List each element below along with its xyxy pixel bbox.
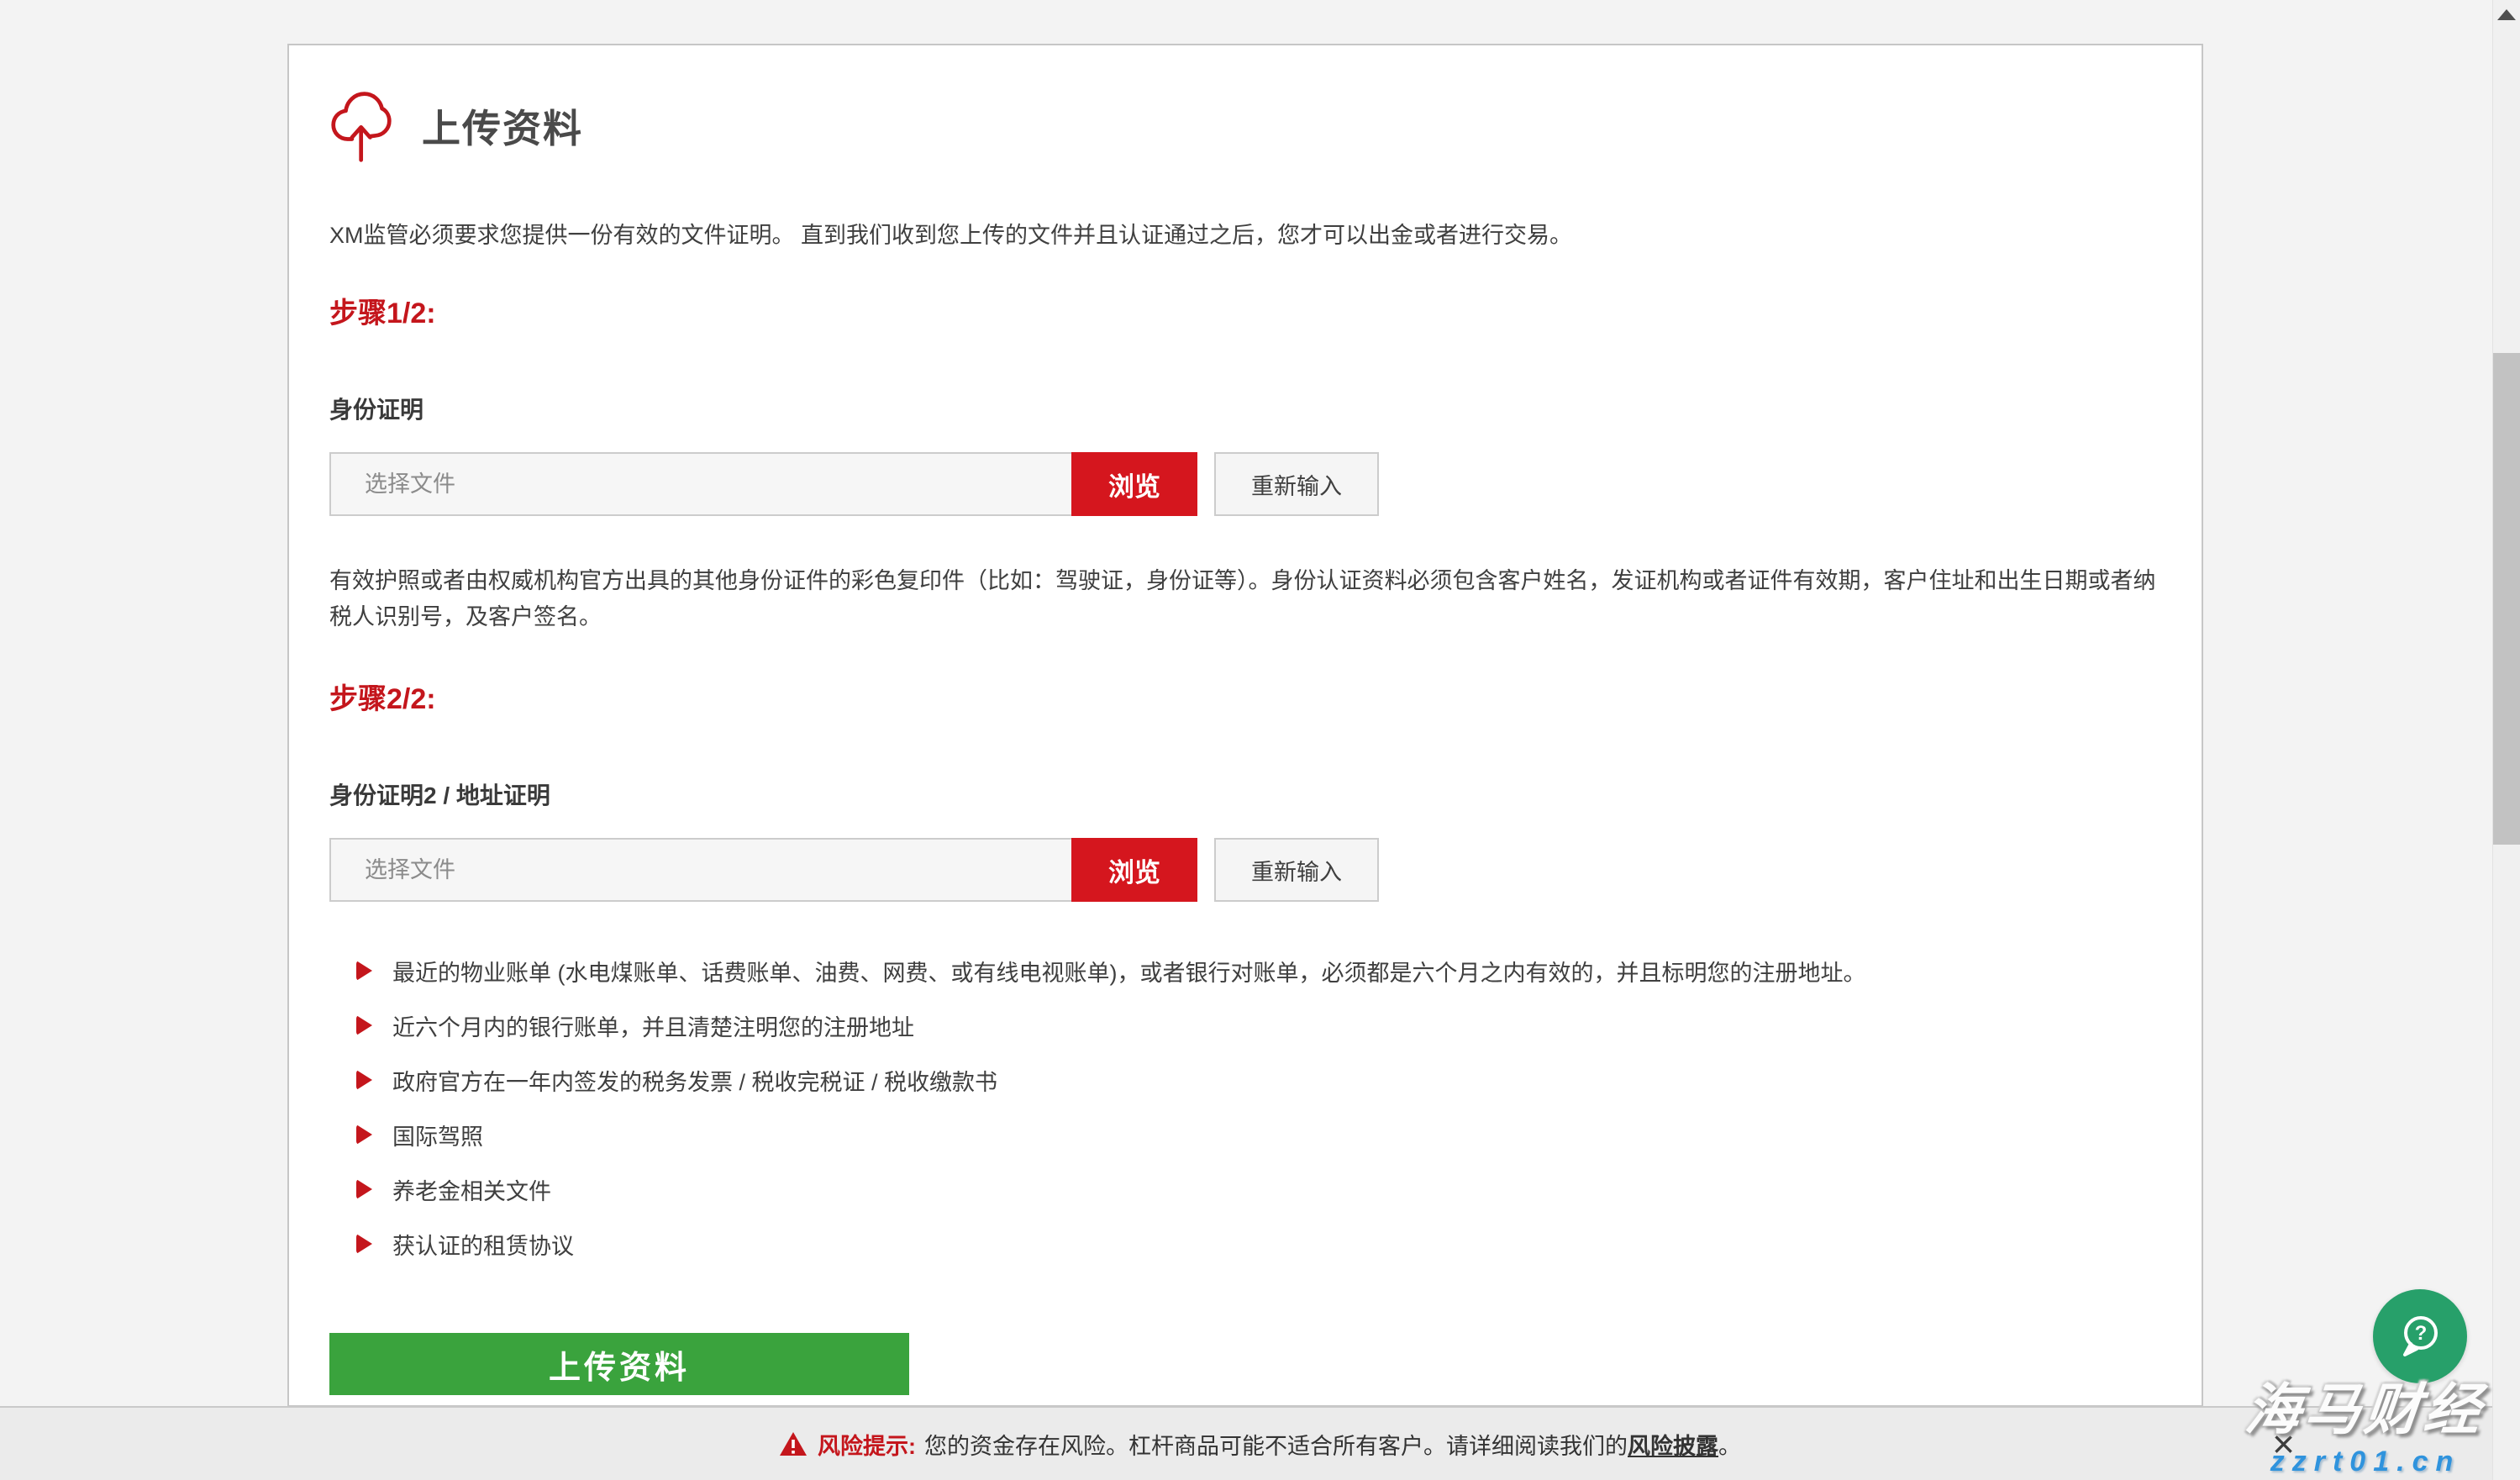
reset-button-1[interactable]: 重新输入 (1214, 452, 1379, 516)
document-option: 获认证的租赁协议 (392, 1228, 574, 1261)
risk-suffix: 。 (1718, 1428, 1741, 1461)
step-2-field-label: 身份证明2 / 地址证明 (329, 777, 2161, 811)
document-option: 近六个月内的银行账单，并且清楚注明您的注册地址 (392, 1009, 914, 1042)
bullet-arrow-icon (356, 961, 372, 981)
upload-submit-button[interactable]: 上传资料 (329, 1333, 909, 1395)
file-box-1: 浏览 (329, 452, 1197, 516)
risk-prefix: 风险提示: (818, 1428, 916, 1461)
bullet-arrow-icon (356, 1234, 372, 1254)
risk-text: 您的资金存在风险。杠杆商品可能不适合所有客户。请详细阅读我们的 (924, 1428, 1628, 1461)
risk-disclosure-link[interactable]: 风险披露 (1628, 1428, 1718, 1461)
list-item: 养老金相关文件 (356, 1172, 2161, 1206)
card-header: 上传资料 (329, 87, 2161, 165)
reset-button-2[interactable]: 重新输入 (1214, 838, 1379, 902)
close-icon[interactable]: × (2272, 1425, 2295, 1463)
bullet-arrow-icon (356, 1070, 372, 1090)
intro-text: XM监管必须要求您提供一份有效的文件证明。 直到我们收到您上传的文件并且认证通过… (329, 217, 2161, 250)
list-item: 获认证的租赁协议 (356, 1227, 2161, 1261)
browse-button-1[interactable]: 浏览 (1071, 452, 1197, 516)
question-bubble-icon: ? (2392, 1309, 2448, 1364)
bullet-arrow-icon (356, 1015, 372, 1035)
document-option: 最近的物业账单 (水电煤账单、话费账单、油费、网费、或有线电视账单)，或者银行对… (392, 955, 1865, 988)
bullet-arrow-icon (356, 1179, 372, 1199)
document-option: 国际驾照 (392, 1119, 483, 1151)
document-option: 政府官方在一年内签发的税务发票 / 税收完税证 / 税收缴款书 (392, 1064, 997, 1097)
cloud-upload-icon (329, 87, 392, 165)
accepted-documents-list: 最近的物业账单 (水电煤账单、话费账单、油费、网费、或有线电视账单)，或者银行对… (329, 954, 2161, 1261)
page-title: 上传资料 (422, 98, 583, 154)
risk-warning-content: 风险提示: 您的资金存在风险。杠杆商品可能不适合所有客户。请详细阅读我们的 风险… (779, 1428, 1741, 1461)
warning-triangle-icon (779, 1430, 808, 1457)
step-1-description: 有效护照或者由权威机构官方出具的其他身份证件的彩色复印件（比如：驾驶证，身份证等… (329, 563, 2161, 635)
list-item: 最近的物业账单 (水电煤账单、话费账单、油费、网费、或有线电视账单)，或者银行对… (356, 954, 2161, 988)
svg-text:?: ? (2415, 1322, 2428, 1345)
list-item: 政府官方在一年内签发的税务发票 / 税收完税证 / 税收缴款书 (356, 1063, 2161, 1097)
step-2-heading: 步骤2/2: (329, 676, 2161, 717)
page-scrollbar[interactable] (2492, 0, 2520, 1480)
file-upload-row-2: 浏览 重新输入 (329, 838, 2161, 902)
file-name-input-2[interactable] (331, 840, 1071, 900)
browse-button-2[interactable]: 浏览 (1071, 838, 1197, 902)
file-upload-row-1: 浏览 重新输入 (329, 452, 2161, 516)
file-name-input-1[interactable] (331, 454, 1071, 514)
file-box-2: 浏览 (329, 838, 1197, 902)
step-1-field-label: 身份证明 (329, 392, 2161, 425)
scrollbar-up-arrow-icon[interactable] (2497, 9, 2516, 20)
list-item: 国际驾照 (356, 1118, 2161, 1151)
help-button[interactable]: ? (2373, 1289, 2467, 1383)
step-1-heading: 步骤1/2: (329, 290, 2161, 331)
document-option: 养老金相关文件 (392, 1173, 551, 1206)
scrollbar-thumb[interactable] (2493, 353, 2520, 845)
upload-card: 上传资料 XM监管必须要求您提供一份有效的文件证明。 直到我们收到您上传的文件并… (287, 44, 2203, 1407)
bullet-arrow-icon (356, 1124, 372, 1145)
risk-warning-bar: 风险提示: 您的资金存在风险。杠杆商品可能不适合所有客户。请详细阅读我们的 风险… (0, 1406, 2520, 1480)
list-item: 近六个月内的银行账单，并且清楚注明您的注册地址 (356, 1009, 2161, 1042)
